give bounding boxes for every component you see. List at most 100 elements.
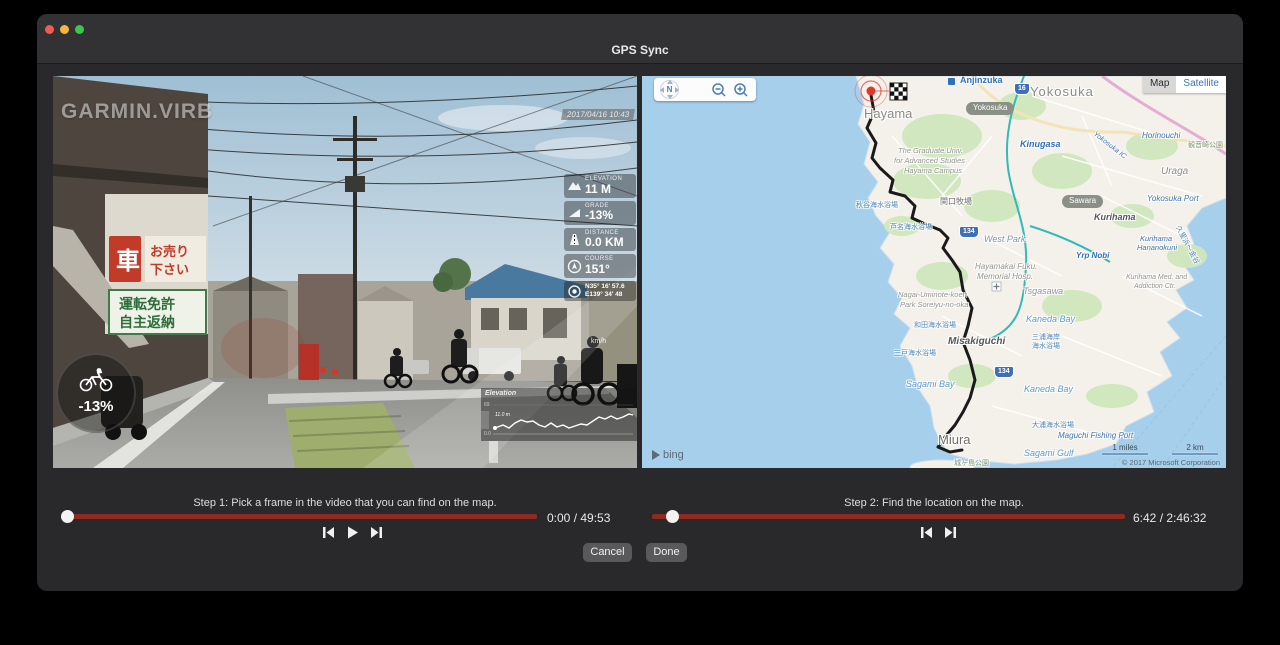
map-scrubber-thumb[interactable] [666, 510, 679, 523]
titlebar: GPS Sync [37, 14, 1243, 64]
video-transport-controls [321, 525, 384, 540]
utility-pole [353, 116, 357, 386]
map-type-switcher: Map Satellite [1143, 76, 1226, 93]
map-label: Yokosuka [1030, 84, 1094, 99]
skip-forward-button[interactable] [369, 525, 384, 540]
pan-down-icon[interactable] [667, 95, 673, 99]
done-button[interactable]: Done [646, 543, 687, 562]
map-label: Memorial Hosp. [977, 272, 1033, 281]
map-label: Maguchi Fishing Port [1058, 431, 1133, 440]
map-view-button[interactable]: Map [1143, 76, 1176, 93]
map-scrubber[interactable] [652, 514, 1125, 519]
map-label: Hayama [864, 106, 912, 121]
map-label: 芦名海水浴場 [890, 222, 932, 232]
map-label: 海水浴場 [1032, 341, 1060, 351]
yokosuka-town-badge: Yokosuka [966, 102, 1014, 115]
satellite-view-button[interactable]: Satellite [1176, 76, 1226, 93]
video-scrubber-thumb[interactable] [61, 510, 74, 523]
map-label: 大浦海水浴場 [1032, 420, 1074, 430]
zoom-out-button[interactable] [711, 82, 727, 98]
pan-right-icon[interactable] [675, 87, 679, 93]
slope-icon [567, 205, 582, 220]
map-label: 和田海水浴場 [914, 320, 956, 330]
bing-logo: bing [652, 449, 684, 461]
step2-instruction: Step 2: Find the location on the map. [642, 497, 1226, 509]
elevation-gauge: ELEVATION 11 M [564, 174, 636, 198]
sawara-town-badge: Sawara [1062, 195, 1103, 208]
map-label: Tsgasawa [1023, 286, 1063, 296]
sign-menkyo: 運転免許 [119, 296, 175, 312]
elevation-sparkline [481, 401, 637, 441]
map-label: 関口牧場 [940, 196, 972, 207]
scale-km: 2 km [1172, 443, 1218, 455]
grade-gauge: GRADE -13% [564, 201, 636, 225]
map-label: Hayama Campus [904, 166, 962, 175]
map-label: for Advanced Studies [894, 156, 965, 165]
map-label: West Park [984, 234, 1025, 244]
sign-osuri: お売り [150, 244, 189, 259]
compass-north-label: N [667, 85, 673, 94]
compass-arrow-icon [567, 259, 582, 274]
skip-back-button[interactable] [321, 525, 336, 540]
map-label: Kaneda Bay [1024, 384, 1073, 394]
close-button[interactable] [45, 25, 54, 34]
map-label: Kinugasa [1020, 139, 1061, 149]
speed-unit-label: km/h [591, 338, 606, 345]
sign-kuruma: 車 [116, 248, 140, 275]
map-label: Uraga [1161, 166, 1188, 177]
page-title: GPS Sync [37, 43, 1243, 57]
hospital-icon [992, 282, 1001, 291]
bing-logo-text: bing [663, 449, 684, 461]
map-label: Yokosuka Port [1147, 194, 1199, 203]
map-label: 秋谷海水浴場 [856, 200, 898, 210]
grade-dial-gauge: -13% [56, 353, 136, 433]
map-copyright: © 2017 Microsoft Corporation [1122, 458, 1220, 467]
map-canvas[interactable]: Anjinzuka Yokosuka Hayama Horinouchi 観音崎… [642, 76, 1226, 468]
map-label: Kurihama Med. and [1126, 274, 1187, 281]
pan-left-icon[interactable] [660, 87, 664, 93]
map-skip-back-button[interactable] [919, 525, 934, 540]
grade-dial-value: -13% [58, 398, 134, 415]
map-label: Nagai-Uminote-koen [898, 290, 967, 299]
compass-control[interactable]: N [660, 80, 679, 99]
map-label: Yrp Nobi [1076, 251, 1109, 260]
distance-gauge: DISTANCE 0.0 KM [564, 228, 636, 252]
zoom-window-button[interactable] [75, 25, 84, 34]
video-timestamp: 2017/04/16 10:43 [561, 109, 635, 120]
map-label: Horinouchi [1142, 131, 1180, 140]
map-label: 観音崎公園 [1188, 140, 1223, 150]
elevation-chart: Elevation 69 0.0 11.0 m [481, 388, 637, 441]
map-label: Kurihama [1094, 212, 1136, 222]
play-button[interactable] [345, 525, 360, 540]
gps-position-icon [567, 284, 582, 299]
minimize-button[interactable] [60, 25, 69, 34]
cancel-button[interactable]: Cancel [583, 543, 632, 562]
map-skip-forward-button[interactable] [943, 525, 958, 540]
gps-sync-window: GPS Sync [37, 14, 1243, 591]
scale-miles: 1 miles [1102, 443, 1148, 455]
route-134-badge: 134 [959, 226, 979, 238]
pan-up-icon[interactable] [667, 80, 673, 84]
map-navigation-bar: N [654, 78, 756, 101]
video-scrubber[interactable] [64, 514, 537, 519]
screen: GPS Sync [0, 0, 1280, 645]
cyclist-icon [79, 368, 113, 392]
route-134-badge: 134 [994, 366, 1014, 378]
map-label: Addiction Ctr. [1134, 283, 1176, 290]
bing-logo-icon [652, 450, 660, 460]
route-16-badge: 16 [1014, 83, 1030, 95]
position-gauge: N35° 16' 57.6 E139° 34' 48 [564, 281, 636, 301]
checkered-flag-marker[interactable] [890, 83, 907, 100]
map-drawing [642, 76, 1226, 468]
mountain-icon [567, 178, 582, 193]
station-icon [948, 78, 955, 85]
map-transport-controls [919, 525, 958, 540]
sign-henno: 自主返納 [119, 314, 175, 330]
zoom-in-button[interactable] [733, 82, 749, 98]
map-label: The Graduate Univ. [898, 146, 963, 155]
map-time: 6:42 / 2:46:32 [1133, 511, 1206, 525]
gauge-overlay-column: ELEVATION 11 M GRADE -13% DISTANCE 0.0 K… [564, 174, 636, 301]
vending-machine [299, 344, 319, 380]
map-label: Misakiguchi [948, 336, 1005, 347]
map-label: Kaneda Bay [1026, 314, 1075, 324]
